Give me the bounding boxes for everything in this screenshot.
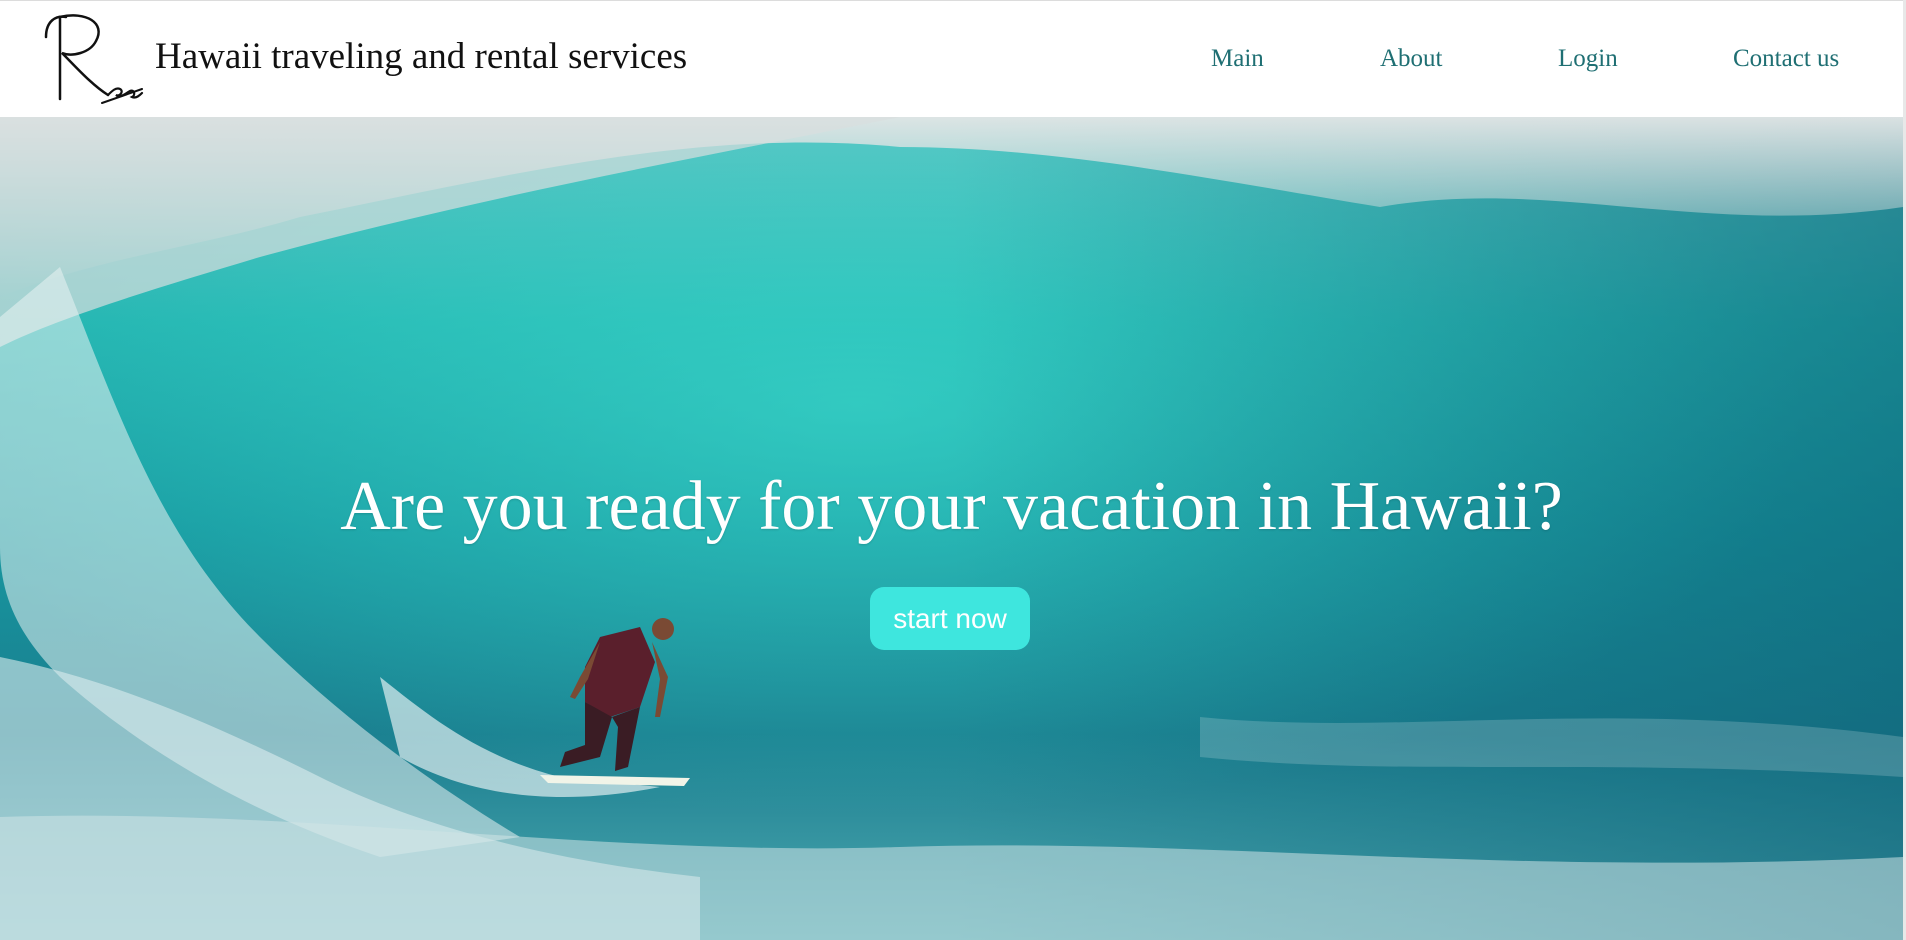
site-header: Hawaii traveling and rental services Mai… <box>0 0 1903 115</box>
main-nav: Main About Login Contact us <box>0 45 1906 79</box>
nav-link-login[interactable]: Login <box>1558 45 1618 73</box>
start-now-button[interactable]: start now <box>870 587 1030 650</box>
nav-link-contact-us[interactable]: Contact us <box>1733 45 1839 73</box>
hero-headline: Are you ready for your vacation in Hawai… <box>340 468 1563 545</box>
nav-link-main[interactable]: Main <box>1211 45 1264 73</box>
hero-section: Are you ready for your vacation in Hawai… <box>0 117 1903 940</box>
nav-link-about[interactable]: About <box>1380 45 1443 73</box>
